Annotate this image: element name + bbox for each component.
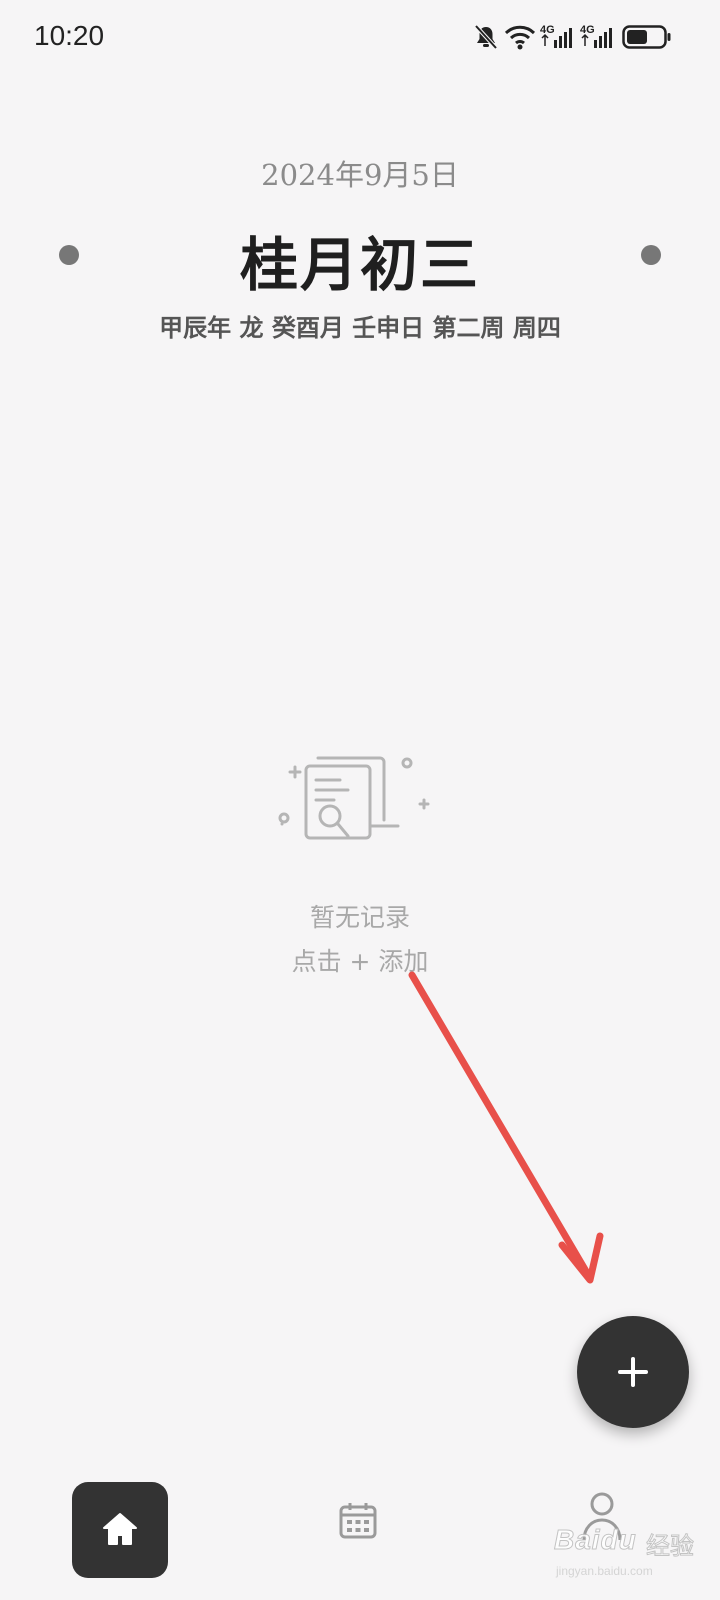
watermark-logo: Baidu <box>554 1524 637 1556</box>
empty-hint: 点击 + 添加 <box>291 947 429 976</box>
network-label: 4G <box>580 24 595 36</box>
screen: 10:20 4G 4G 2024年9月5日 桂月初三 甲辰年 龙 癸酉月 壬申日… <box>0 0 720 1600</box>
date-label: 2024年9月5日 <box>261 158 459 192</box>
status-icons: 4G 4G <box>474 22 674 52</box>
nav-home-button[interactable] <box>72 1482 168 1578</box>
home-icon <box>103 1513 137 1545</box>
battery-icon <box>622 25 671 49</box>
signal-4g-icon: 4G <box>580 24 612 48</box>
signal-4g-icon: 4G <box>540 24 572 48</box>
add-record-button[interactable] <box>577 1316 689 1428</box>
bell-muted-icon <box>474 24 498 50</box>
next-day-dot[interactable] <box>641 245 661 265</box>
calendar-icon[interactable] <box>338 1500 378 1540</box>
status-time: 10:20 <box>34 20 105 51</box>
wifi-icon <box>504 25 536 50</box>
watermark-url: jingyan.baidu.com <box>556 1564 653 1578</box>
lunar-date-title: 桂月初三 <box>239 231 480 299</box>
ganzhi-info: 甲辰年 龙 癸酉月 壬申日 第二周 周四 <box>159 313 561 342</box>
baidu-watermark: Baidu 经验 jingyan.baidu.com <box>550 1500 710 1590</box>
network-label: 4G <box>540 24 555 36</box>
empty-message: 暂无记录 <box>309 903 410 932</box>
status-bar: 10:20 4G 4G <box>0 0 720 80</box>
document-search-icon <box>278 756 430 840</box>
watermark-text: 经验 <box>646 1532 695 1561</box>
plus-icon <box>631 1357 635 1387</box>
